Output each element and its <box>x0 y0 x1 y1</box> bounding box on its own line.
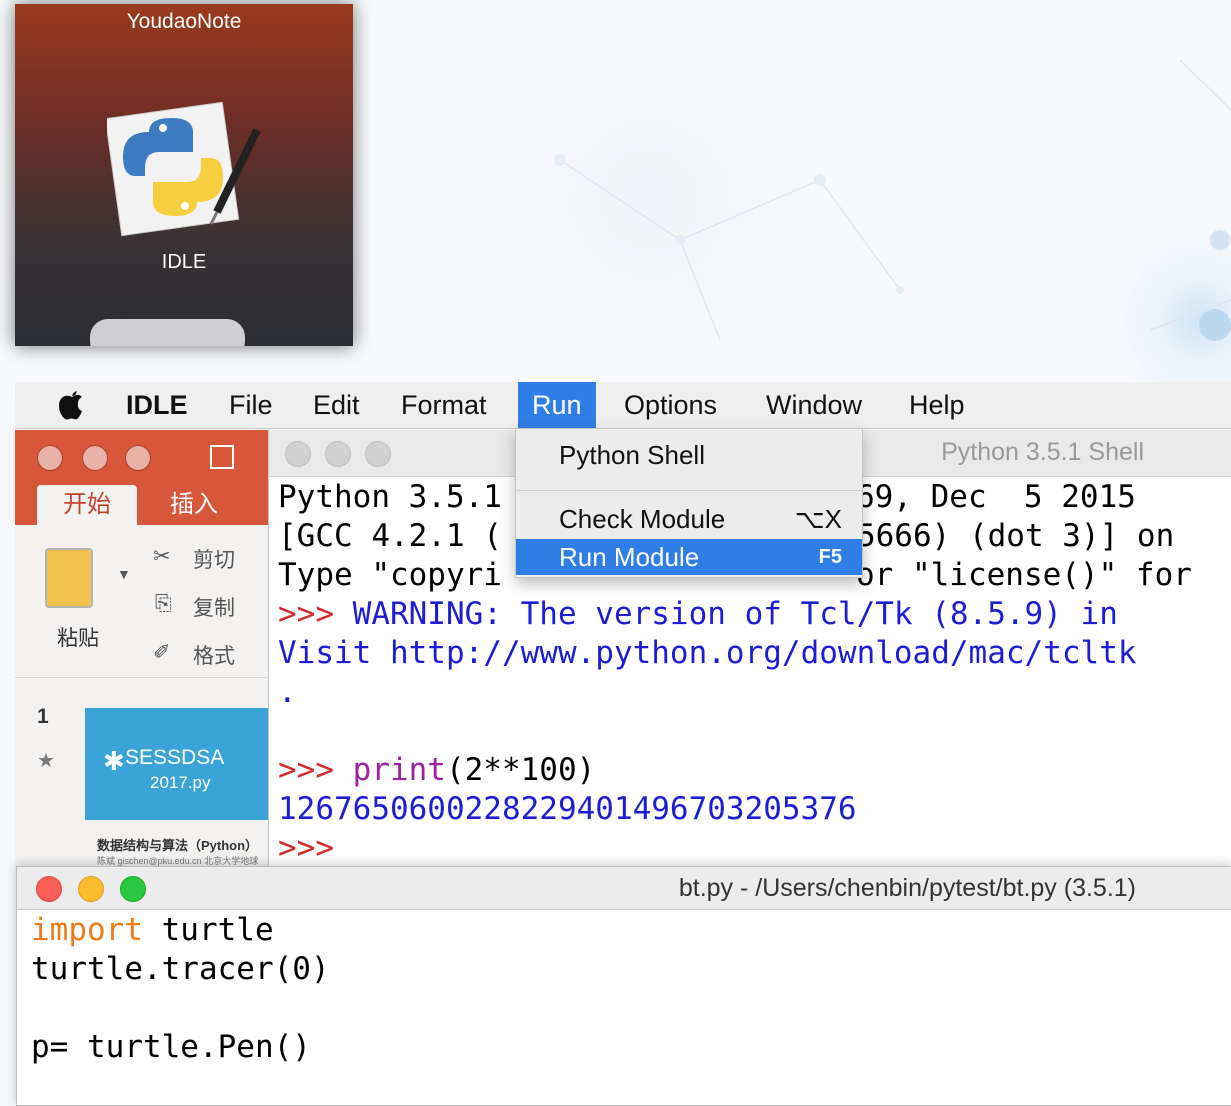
close-button[interactable] <box>285 441 311 467</box>
clipboard-icon[interactable] <box>45 548 93 608</box>
warning-line: >>> WARNING: The version of Tcl/Tk (8.5.… <box>278 596 1118 632</box>
chevron-down-icon[interactable]: ▼ <box>117 566 131 582</box>
slide-thumbnail[interactable]: ✱ SESSDSA 2017.py <box>85 708 270 820</box>
code-line-4: p= turtle.Pen() <box>31 1029 311 1065</box>
output-line: 1267650600228229401496703205376 <box>278 791 857 827</box>
copy-icon[interactable]: ⎘ <box>155 592 172 616</box>
cut-label[interactable]: 剪切 <box>193 544 235 574</box>
run-menu-dropdown: Python Shell Check Module ⌥X Run Module … <box>515 428 863 578</box>
slide-subtitle: 2017.py <box>150 773 211 792</box>
close-button[interactable] <box>36 876 62 902</box>
zoom-button[interactable] <box>125 445 151 471</box>
brush-icon[interactable]: ✐ <box>153 640 171 665</box>
menu-edit[interactable]: Edit <box>313 388 360 422</box>
minimize-button[interactable] <box>78 876 104 902</box>
command-line: >>> print(2**100) <box>278 752 596 788</box>
dock-indicator <box>90 319 245 346</box>
close-button[interactable] <box>37 445 63 471</box>
menu-item-python-shell[interactable]: Python Shell <box>516 435 862 475</box>
code-line-1: import turtle <box>31 912 274 948</box>
dock-app-tile[interactable]: YoudaoNote IDLE <box>15 4 353 346</box>
slide-caption: 数据结构与算法（Python） <box>97 838 259 853</box>
menu-help[interactable]: Help <box>909 388 965 422</box>
window-title: Python 3.5.1 Shell <box>941 438 1144 466</box>
copy-label[interactable]: 复制 <box>193 592 235 622</box>
editor-titlebar: bt.py - /Users/chenbin/pytest/bt.py (3.5… <box>17 867 1231 910</box>
code-line-2: turtle.tracer(0) <box>31 951 330 987</box>
sidebar-toggle-icon[interactable] <box>210 445 234 469</box>
tab-insert[interactable]: 插入 <box>170 485 218 525</box>
presentation-window: 开始 插入 ▼ 粘贴 ✂ 剪切 ⎘ 复制 ✐ 格式 1 ★ ✱ SESSDSA … <box>15 430 270 870</box>
idle-python-icon[interactable] <box>104 100 267 245</box>
menu-window[interactable]: Window <box>766 388 862 422</box>
tab-home[interactable]: 开始 <box>37 485 137 525</box>
zoom-button[interactable] <box>120 876 146 902</box>
menu-bar: IDLE File Edit Format Run Options Window… <box>15 382 1231 429</box>
minimize-button[interactable] <box>82 445 108 471</box>
menu-separator <box>516 490 862 491</box>
menu-idle[interactable]: IDLE <box>126 388 188 422</box>
menu-run[interactable]: Run <box>518 382 596 428</box>
menu-item-run-module[interactable]: Run Module F5 <box>516 539 862 575</box>
current-prompt[interactable]: >>> <box>278 829 1231 868</box>
menu-item-check-module[interactable]: Check Module ⌥X <box>516 499 862 539</box>
editor-text[interactable]: import turtle turtle.tracer(0) p= turtle.… <box>31 911 330 1067</box>
dot-line: . <box>278 674 297 710</box>
format-painter-label[interactable]: 格式 <box>193 640 235 670</box>
youdaonote-label: YoudaoNote <box>126 10 242 33</box>
minimize-button[interactable] <box>325 441 351 467</box>
visit-line: Visit http://www.python.org/download/mac… <box>278 635 1137 671</box>
menu-options[interactable]: Options <box>624 388 717 422</box>
idle-app-label: IDLE <box>161 251 207 273</box>
apple-icon[interactable] <box>58 388 86 422</box>
scissors-icon[interactable]: ✂ <box>153 544 171 569</box>
window-title: bt.py - /Users/chenbin/pytest/bt.py (3.5… <box>678 874 1136 902</box>
slide-number: 1 <box>37 705 49 728</box>
menu-format[interactable]: Format <box>401 388 487 422</box>
gear-icon: ✱ <box>103 746 125 776</box>
slide-title: SESSDSA <box>125 746 225 769</box>
paste-label[interactable]: 粘贴 <box>57 622 99 652</box>
zoom-button[interactable] <box>365 441 391 467</box>
menu-file[interactable]: File <box>229 388 273 422</box>
ribbon-tabs: 开始 插入 <box>15 485 270 525</box>
editor-window: bt.py - /Users/chenbin/pytest/bt.py (3.5… <box>16 866 1231 1106</box>
ribbon-divider <box>15 677 270 678</box>
star-icon: ★ <box>37 750 55 772</box>
